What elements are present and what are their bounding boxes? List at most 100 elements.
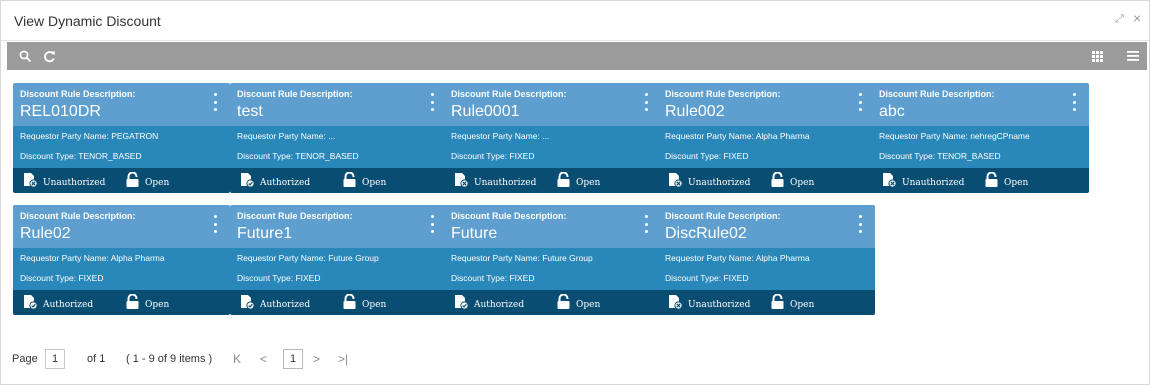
page-count: of 1 (87, 353, 106, 365)
list-view-icon[interactable] (1123, 46, 1143, 66)
unauthorized-icon (668, 172, 683, 193)
description-label: Discount Rule Description: (879, 89, 995, 99)
card-footer: Authorized Open (230, 168, 447, 193)
requestor-party-name: ... (328, 131, 336, 141)
authorized-icon (454, 294, 469, 315)
card-details: Requestor Party Name: nehregCPname Discou… (872, 126, 1089, 168)
previous-page-button[interactable]: < (260, 352, 267, 366)
last-page-button[interactable]: >| (338, 352, 348, 366)
open-label: Open (145, 299, 170, 310)
status-label: Unauthorized (902, 177, 965, 188)
authorization-status: Unauthorized (882, 172, 964, 193)
more-options-icon[interactable] (429, 215, 435, 233)
card-details: Requestor Party Name: Alpha Pharma Discou… (13, 248, 230, 290)
requestor-party-name: Future Group (328, 253, 379, 263)
description-label: Discount Rule Description: (20, 211, 136, 221)
card-details: Requestor Party Name: Alpha Pharma Discou… (658, 126, 875, 168)
requestor-party-line: Requestor Party Name: nehregCPname (879, 131, 1030, 141)
window-title: View Dynamic Discount (14, 13, 161, 29)
discount-type-line: Discount Type: FIXED (665, 151, 748, 161)
discount-type: FIXED (723, 151, 749, 161)
more-options-icon[interactable] (212, 215, 218, 233)
requestor-party-line: Requestor Party Name: Alpha Pharma (20, 253, 165, 263)
page-number-input[interactable]: 1 (45, 349, 65, 369)
unlock-icon (984, 171, 999, 193)
requestor-party-name: Alpha Pharma (755, 131, 810, 141)
discount-type-line: Discount Type: FIXED (665, 273, 748, 283)
record-status: Open (984, 171, 1028, 193)
first-page-button[interactable]: K (233, 352, 241, 366)
more-options-icon[interactable] (429, 93, 435, 111)
discount-type: FIXED (723, 273, 749, 283)
discount-rule-card[interactable]: Discount Rule Description: Rule02 Requesto… (13, 205, 230, 315)
discount-rule-card[interactable]: Discount Rule Description: test Requestor … (230, 83, 447, 193)
more-options-icon[interactable] (643, 93, 649, 111)
type-label: Discount Type: (20, 273, 77, 283)
discount-rule-card[interactable]: Discount Rule Description: Future Requesto… (444, 205, 661, 315)
unauthorized-icon (23, 172, 38, 193)
refresh-icon[interactable] (39, 46, 59, 66)
card-details: Requestor Party Name: ... Discount Type: … (444, 126, 661, 168)
close-icon[interactable]: × (1133, 10, 1141, 26)
unlock-icon (125, 293, 140, 315)
requestor-party-line: Requestor Party Name: Future Group (237, 253, 379, 263)
open-label: Open (576, 299, 601, 310)
card-header: Discount Rule Description: Rule0001 (444, 83, 661, 126)
party-label: Requestor Party Name: (665, 253, 754, 263)
discount-type: FIXED (509, 151, 535, 161)
authorized-icon (240, 294, 255, 315)
next-page-button[interactable]: > (313, 352, 320, 366)
card-details: Requestor Party Name: Alpha Pharma Discou… (658, 248, 875, 290)
more-options-icon[interactable] (857, 93, 863, 111)
status-label: Unauthorized (688, 177, 751, 188)
type-label: Discount Type: (451, 273, 508, 283)
search-icon[interactable] (15, 46, 35, 66)
rule-description: Future (451, 225, 498, 242)
card-header: Discount Rule Description: REL010DR (13, 83, 230, 126)
unlock-icon (556, 171, 571, 193)
discount-rule-card[interactable]: Discount Rule Description: REL010DR Reques… (13, 83, 230, 193)
card-details: Requestor Party Name: Future Group Discou… (444, 248, 661, 290)
card-footer: Unauthorized Open (13, 168, 230, 193)
discount-type-line: Discount Type: FIXED (451, 273, 534, 283)
open-label: Open (790, 177, 815, 188)
card-header: Discount Rule Description: DiscRule02 (658, 205, 875, 248)
more-options-icon[interactable] (857, 215, 863, 233)
status-label: Authorized (474, 299, 525, 310)
discount-rule-card[interactable]: Discount Rule Description: Rule002 Request… (658, 83, 875, 193)
discount-type-line: Discount Type: TENOR_BASED (20, 151, 142, 161)
discount-rule-card[interactable]: Discount Rule Description: DiscRule02 Requ… (658, 205, 875, 315)
view-dynamic-discount-window: View Dynamic Discount ⤢ × Discount Rule … (0, 0, 1150, 385)
party-label: Requestor Party Name: (451, 131, 540, 141)
card-header: Discount Rule Description: Rule002 (658, 83, 875, 126)
record-status: Open (342, 171, 386, 193)
card-header: Discount Rule Description: Rule02 (13, 205, 230, 248)
rule-description: Rule02 (20, 225, 71, 242)
type-label: Discount Type: (451, 151, 508, 161)
requestor-party-name: Future Group (542, 253, 593, 263)
current-page-button[interactable]: 1 (283, 349, 303, 369)
rule-description: test (237, 103, 263, 120)
more-options-icon[interactable] (212, 93, 218, 111)
discount-rule-card[interactable]: Discount Rule Description: Rule0001 Reques… (444, 83, 661, 193)
discount-type: TENOR_BASED (78, 151, 142, 161)
more-options-icon[interactable] (1071, 93, 1077, 111)
page-label: Page (12, 353, 38, 365)
description-label: Discount Rule Description: (665, 211, 781, 221)
discount-type: TENOR_BASED (295, 151, 359, 161)
expand-icon[interactable]: ⤢ (1115, 13, 1124, 26)
unlock-icon (342, 293, 357, 315)
status-label: Unauthorized (474, 177, 537, 188)
card-header: Discount Rule Description: abc (872, 83, 1089, 126)
grid-view-icon[interactable] (1087, 46, 1107, 66)
discount-rule-card[interactable]: Discount Rule Description: abc Requestor P… (872, 83, 1089, 193)
unauthorized-icon (882, 172, 897, 193)
description-label: Discount Rule Description: (451, 211, 567, 221)
card-footer: Unauthorized Open (444, 168, 661, 193)
type-label: Discount Type: (237, 151, 294, 161)
card-details: Requestor Party Name: PEGATRON Discount T… (13, 126, 230, 168)
authorization-status: Unauthorized (668, 294, 750, 315)
more-options-icon[interactable] (643, 215, 649, 233)
discount-rule-card[interactable]: Discount Rule Description: Future1 Request… (230, 205, 447, 315)
authorization-status: Authorized (240, 172, 310, 193)
